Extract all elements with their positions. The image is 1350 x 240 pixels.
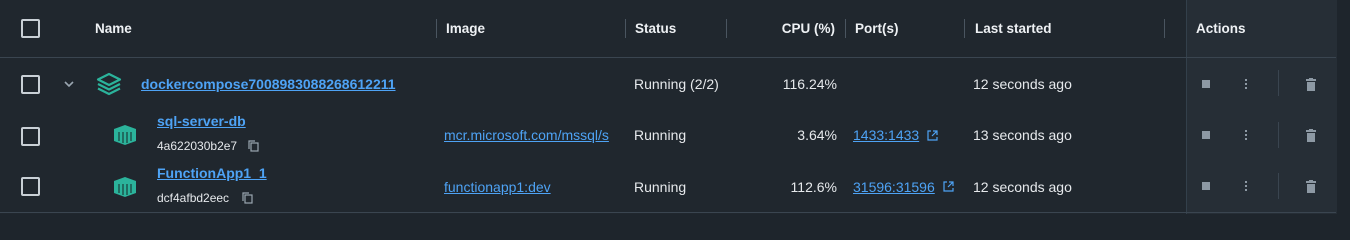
status-text: Running	[634, 127, 687, 143]
kebab-menu-icon[interactable]	[1236, 125, 1256, 145]
column-header-last-started[interactable]: Last started	[975, 0, 1052, 57]
external-link-icon[interactable]	[943, 161, 954, 212]
table-row[interactable]: FunctionApp1_1 dcf4afbd2eec functionapp1…	[0, 161, 1336, 213]
cpu-value: 3.64%	[797, 127, 837, 143]
status-text: Running	[634, 178, 687, 195]
column-separator[interactable]	[625, 19, 626, 38]
divider	[1278, 70, 1279, 96]
trash-icon[interactable]	[1301, 125, 1321, 145]
copy-icon[interactable]	[242, 172, 253, 223]
last-started-text: 13 seconds ago	[973, 127, 1072, 143]
column-header-cpu[interactable]: CPU (%)	[740, 0, 835, 57]
column-header-name[interactable]: Name	[95, 0, 132, 57]
image-link[interactable]: functionapp1:dev	[444, 161, 551, 212]
chevron-down-icon[interactable]	[62, 58, 76, 109]
stop-icon[interactable]	[1196, 176, 1216, 196]
column-separator[interactable]	[726, 19, 727, 38]
column-header-status[interactable]: Status	[635, 0, 676, 57]
stop-icon[interactable]	[1196, 125, 1216, 145]
status-text: Running (2/2)	[634, 75, 719, 92]
row-checkbox[interactable]	[21, 75, 40, 94]
row-checkbox[interactable]	[21, 127, 40, 146]
table-header: Name Image Status CPU (%) Port(s) Last s…	[0, 0, 1336, 58]
container-icon	[112, 161, 138, 212]
divider	[1278, 173, 1279, 199]
container-id: dcf4afbd2eec	[157, 190, 230, 205]
image-link[interactable]: mcr.microsoft.com/mssql/s	[444, 109, 626, 161]
select-all-checkbox[interactable]	[21, 19, 40, 38]
column-separator[interactable]	[436, 19, 437, 38]
containers-table: Name Image Status CPU (%) Port(s) Last s…	[0, 0, 1337, 214]
external-link-icon[interactable]	[927, 109, 938, 161]
row-checkbox[interactable]	[21, 177, 40, 196]
cpu-value: 116.24%	[782, 75, 837, 92]
divider	[1278, 122, 1279, 148]
trash-icon[interactable]	[1301, 176, 1321, 196]
column-header-ports[interactable]: Port(s)	[855, 0, 899, 57]
last-started-text: 12 seconds ago	[973, 75, 1072, 92]
column-separator[interactable]	[964, 19, 965, 38]
column-header-image[interactable]: Image	[446, 0, 485, 57]
kebab-menu-icon[interactable]	[1236, 176, 1256, 196]
stop-icon[interactable]	[1196, 74, 1216, 94]
port-link[interactable]: 1433:1433	[853, 109, 919, 161]
kebab-menu-icon[interactable]	[1236, 74, 1256, 94]
container-icon	[112, 109, 138, 161]
last-started-text: 12 seconds ago	[973, 178, 1072, 195]
stack-icon	[95, 58, 123, 109]
port-link[interactable]: 31596:31596	[853, 161, 935, 212]
trash-icon[interactable]	[1301, 74, 1321, 94]
column-separator[interactable]	[845, 19, 846, 38]
column-separator[interactable]	[1164, 19, 1165, 38]
column-header-actions: Actions	[1196, 21, 1246, 36]
cpu-value: 112.6%	[790, 178, 837, 195]
